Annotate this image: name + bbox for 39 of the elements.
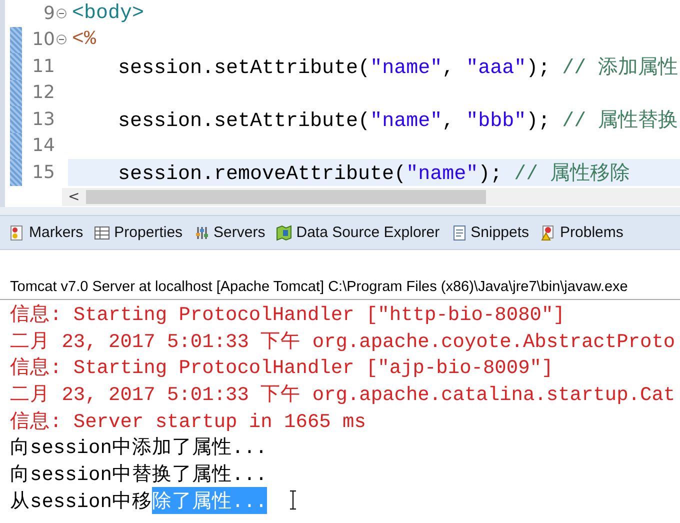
code-line: <body> bbox=[72, 2, 144, 25]
console-title: Tomcat v7.0 Server at localhost [Apache Tomcat] C:\Program Files (x86)\Java\jre7\bin\javaw.exe bbox=[0, 274, 680, 300]
code-line: session.removeAttribute("name"); // 属性移除 bbox=[117, 162, 630, 186]
console-line: 从session中移除了属性... bbox=[0, 486, 680, 514]
scrollbar-thumb[interactable] bbox=[86, 190, 486, 204]
view-tab[interactable]: Problems bbox=[539, 222, 624, 243]
line-number: 13 bbox=[31, 108, 55, 130]
console-line: 信息: Server startup in 1665 ms bbox=[9, 410, 367, 434]
console-line: 向session中添加了属性... bbox=[9, 436, 268, 460]
problems-icon bbox=[540, 224, 556, 240]
code-line: <% bbox=[72, 28, 96, 52]
line-number: 11 bbox=[31, 56, 55, 77]
console-line: 二月 23, 2017 5:01:33 下午 org.apache.catalina.startup.Cat bbox=[9, 382, 676, 407]
line-number: 15 bbox=[31, 162, 55, 183]
console-line: 信息: Starting ProtocolHandler ["ajp-bio-8009"] bbox=[9, 356, 554, 380]
console-line: 信息: Starting ProtocolHandler ["http-bio-8080"] bbox=[9, 302, 566, 327]
collapse-icon[interactable] bbox=[56, 8, 67, 19]
collapse-icon[interactable] bbox=[56, 34, 67, 46]
view-tab[interactable]: Data Source Explorer bbox=[275, 222, 441, 243]
snippets-icon bbox=[450, 224, 467, 240]
console-line: 二月 23, 2017 5:01:33 下午 org.apache.coyote.AbstractProto bbox=[9, 330, 676, 354]
view-tab[interactable]: Snippets bbox=[450, 222, 530, 243]
markers-icon bbox=[9, 224, 25, 240]
code-line: session.setAttribute("name", "bbb"); // 属性替换 bbox=[117, 108, 678, 132]
line-number: 10 bbox=[31, 29, 55, 50]
text-cursor-icon bbox=[289, 490, 298, 510]
horizontal-scrollbar[interactable]: < bbox=[62, 188, 680, 206]
scroll-left-button[interactable]: < bbox=[62, 188, 86, 204]
view-tab[interactable]: Markers bbox=[8, 222, 84, 243]
line-number: 12 bbox=[31, 82, 55, 104]
view-tab[interactable]: Properties bbox=[93, 222, 184, 243]
table-icon bbox=[94, 224, 110, 240]
console-line: 向session中替换了属性... bbox=[9, 462, 268, 487]
line-number: 14 bbox=[31, 135, 55, 156]
view-tab[interactable]: Servers bbox=[192, 222, 266, 243]
code-line: session.setAttribute("name", "aaa"); // 添加属性 bbox=[117, 56, 678, 80]
line-number: 9 bbox=[42, 2, 55, 24]
sliders-icon bbox=[194, 224, 210, 240]
map-icon bbox=[276, 224, 292, 240]
